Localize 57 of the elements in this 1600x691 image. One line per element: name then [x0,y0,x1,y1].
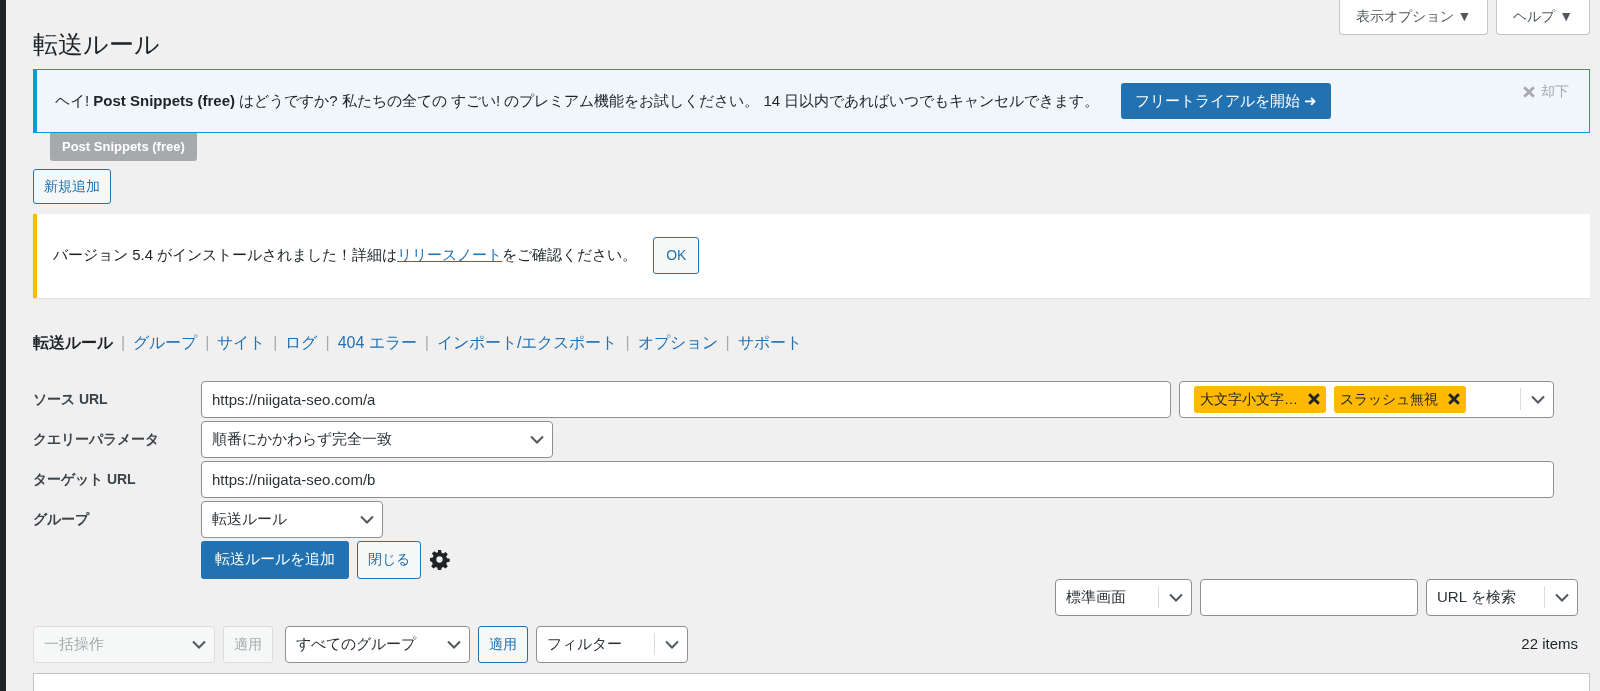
close-button[interactable]: 閉じる [357,540,421,579]
search-type-select[interactable]: URL を検索 [1426,578,1578,616]
chevron-down-icon [192,639,206,649]
chevron-down-icon [447,639,461,649]
search-field[interactable] [1200,578,1418,616]
nav-separator: | [424,332,429,353]
apply-button[interactable]: 適用 [478,625,528,663]
close-icon [1523,85,1535,98]
plugin-tag: Post Snippets (free) [50,133,197,161]
close-icon [1448,393,1460,405]
display-select[interactable]: 標準画面 [1055,578,1192,616]
chevron-down-icon [665,639,679,649]
url-field[interactable]: https://niigata-seo.com/b [201,460,1554,498]
nav-link[interactable]: サイト [217,330,266,355]
select-field[interactable]: 転送ルール [201,500,383,538]
chevron-down-icon [1555,592,1569,602]
chevron-down-icon [1169,592,1183,602]
page-title: 転送ルール [33,29,161,59]
flag-tag: スラッシュ無視 [1334,385,1466,413]
field-label: ソース URL [33,389,109,409]
chevron-down-icon [360,514,374,524]
ok-button[interactable]: OK [653,237,700,274]
screen-tab-button[interactable]: 表示オプション ▼ [1338,0,1489,35]
close-icon [1308,393,1320,405]
notice-text: ヘイ! Post Snippets (free) はどうですか? 私たちの全ての すごい! のプレミアム機能をお試しください。 14 日以内であればいつでもキャンセルできます。 [55,90,1100,111]
nav-separator: | [121,332,126,353]
nav-separator: | [205,332,210,353]
trial-button[interactable]: フリートライアルを開始 ➜ [1121,82,1332,120]
add-new-button[interactable]: 新規追加 [33,168,111,204]
nav-separator: | [625,332,630,353]
add-rule-button[interactable]: 転送ルールを追加 [201,540,349,579]
item-count: 22 items [1521,633,1578,654]
release-notes-link[interactable]: リリースノート [397,246,503,264]
chevron-down-icon [1531,394,1545,404]
nav-link[interactable]: インポート/エクスポート [436,330,618,355]
field-label: ターゲット URL [33,469,137,489]
chevron-down-icon [530,434,544,444]
nav-separator: | [325,332,330,353]
nav-link[interactable]: オプション [637,330,718,355]
field-label: クエリーパラメータ [33,429,160,449]
screen-tab-button[interactable]: ヘルプ ▼ [1496,0,1590,35]
flags-select[interactable]: 大文字小文字… スラッシュ無視 [1179,380,1554,418]
select-field[interactable]: 順番にかかわらず完全一致 [201,420,553,458]
nav-link[interactable]: 転送ルール [33,330,113,355]
group-select[interactable]: すべてのグループ [285,625,470,663]
nav-link[interactable]: サポート [737,330,802,355]
nav-separator: | [725,332,730,353]
filter-select[interactable]: フィルター [536,625,688,663]
nav-separator: | [273,332,278,353]
nav-link[interactable]: グループ [133,330,198,355]
settings-icon[interactable] [429,549,450,570]
field-label: グループ [33,509,91,529]
update-message: バージョン 5.4 がインストールされました！詳細は リリースノート をご確認ください。 [53,245,638,266]
url-field[interactable]: https://niigata-seo.com/a [201,380,1171,418]
nav-link[interactable]: 404 エラー [337,330,417,355]
flag-tag: 大文字小文字… [1194,385,1326,413]
nav-link[interactable]: ログ [285,330,318,355]
